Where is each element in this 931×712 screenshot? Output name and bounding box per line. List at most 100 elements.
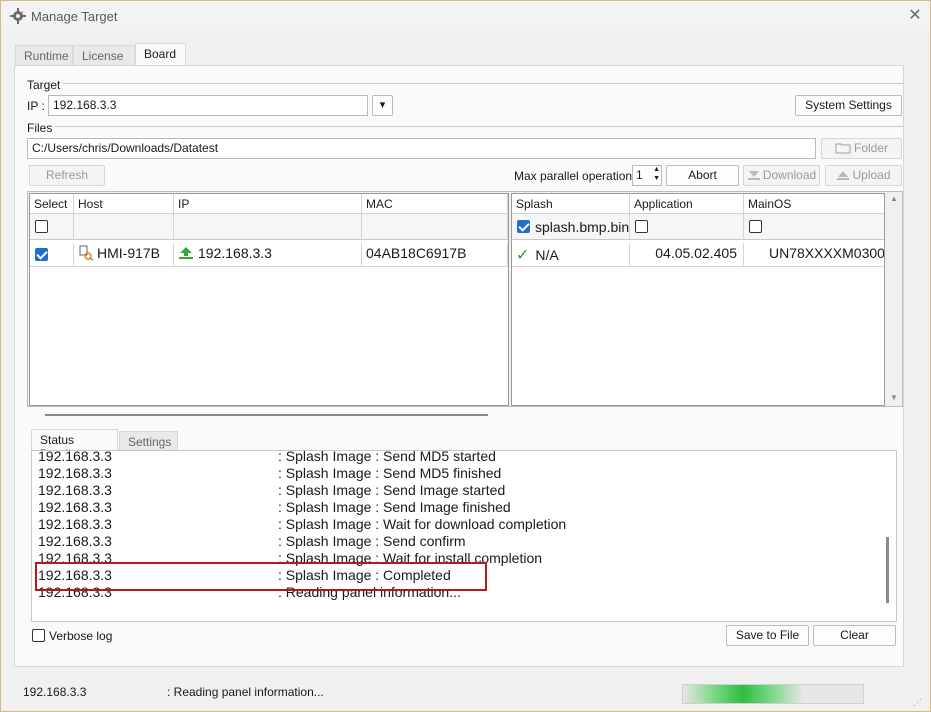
tab-license[interactable]: License <box>73 45 135 65</box>
hmi-device-icon <box>79 245 94 261</box>
targets-left-grid: Select Host IP MAC HMI-917B 192.168.3.3 … <box>29 193 509 406</box>
max-parallel-label: Max parallel operations: <box>514 169 642 183</box>
completed-highlight-box <box>35 562 487 591</box>
statusbar-ip: 192.168.3.3 <box>23 685 87 699</box>
refresh-button[interactable]: Refresh <box>29 165 105 186</box>
save-to-file-button[interactable]: Save to File <box>726 625 809 646</box>
row-splash-text: N/A <box>535 247 559 263</box>
row-mainos-text: UN78XXXXM03001 <box>769 245 885 261</box>
row-select-checkbox[interactable] <box>35 248 48 261</box>
column-header-mac[interactable]: MAC <box>362 194 508 214</box>
progress-bar <box>682 684 864 704</box>
filter-select-cell <box>30 214 74 240</box>
grid-horizontal-scrollbar[interactable] <box>45 414 488 416</box>
network-up-icon <box>179 247 193 259</box>
application-enable-checkbox[interactable] <box>635 220 648 233</box>
upload-button[interactable]: Upload <box>825 165 902 186</box>
log-ip: 192.168.3.3 <box>38 533 112 549</box>
log-ip: 192.168.3.3 <box>38 516 112 532</box>
scroll-up-icon[interactable]: ▲ <box>890 194 898 203</box>
table-row-select-cell <box>30 243 74 267</box>
filter-splash-cell: splash.bmp.bin <box>512 214 630 240</box>
log-scrollbar-thumb[interactable] <box>886 537 889 603</box>
statusbar-message: : Reading panel information... <box>167 685 324 699</box>
upload-button-label: Upload <box>852 168 891 182</box>
folder-button-label: Folder <box>853 141 888 155</box>
ip-dropdown-button[interactable]: ▾ <box>372 95 393 116</box>
chevron-down-icon: ▾ <box>379 99 386 111</box>
log-message: : Splash Image : Send Image finished <box>278 499 511 515</box>
spin-down-icon[interactable]: ▼ <box>653 175 660 183</box>
tab-settings[interactable]: Settings <box>119 431 178 450</box>
filter-host-cell[interactable] <box>74 214 174 240</box>
column-header-select[interactable]: Select <box>30 194 74 214</box>
column-header-ip[interactable]: IP <box>174 194 362 214</box>
row-host-text: HMI-917B <box>97 245 161 261</box>
target-divider <box>63 83 903 84</box>
tab-runtime[interactable]: Runtime <box>15 45 73 65</box>
log-message: : Splash Image : Wait for download compl… <box>278 516 567 532</box>
download-button[interactable]: Download <box>743 165 820 186</box>
grid-vertical-scrollbar[interactable]: ▲ ▼ <box>887 193 901 406</box>
table-row-mac-cell[interactable]: 04AB18C6917B <box>362 243 508 267</box>
manage-target-window: Manage Target ✕ Runtime License Board Ta… <box>0 0 931 712</box>
upload-icon <box>837 171 850 180</box>
clear-button[interactable]: Clear <box>813 625 896 646</box>
filter-mac-cell[interactable] <box>362 214 508 240</box>
log-message: : Splash Image : Send MD5 started <box>278 450 496 464</box>
check-icon: ✓ <box>516 247 530 264</box>
scroll-down-icon[interactable]: ▼ <box>890 393 898 402</box>
window-title: Manage Target <box>31 9 118 24</box>
gear-app-icon <box>10 8 26 24</box>
log-ip: 192.168.3.3 <box>38 499 112 515</box>
folder-button[interactable]: Folder <box>821 138 902 159</box>
table-row-ip-cell[interactable]: 192.168.3.3 <box>174 243 362 267</box>
row-mac-text: 04AB18C6917B <box>366 245 467 261</box>
select-all-checkbox[interactable] <box>35 220 48 233</box>
ip-input[interactable]: 192.168.3.3 <box>48 95 368 116</box>
tab-board[interactable]: Board <box>135 43 186 66</box>
tab-license-label: License <box>82 49 124 63</box>
resize-grip-icon[interactable]: ⋰ <box>913 697 922 708</box>
filter-mainos-cell <box>744 214 884 240</box>
files-divider <box>55 126 903 127</box>
close-icon[interactable]: ✕ <box>904 5 926 27</box>
table-row-mainos-cell[interactable]: UN78XXXXM03001 <box>744 243 885 267</box>
files-section-label: Files <box>27 121 53 135</box>
tab-runtime-label: Runtime <box>24 49 69 63</box>
download-button-label: Download <box>762 168 817 182</box>
status-log-panel[interactable]: 192.168.3.3 : Splash Image : Send MD5 sta… <box>31 450 897 622</box>
mainos-enable-checkbox[interactable] <box>749 220 762 233</box>
column-header-host[interactable]: Host <box>74 194 174 214</box>
column-header-splash[interactable]: Splash <box>512 194 630 214</box>
column-header-mainos[interactable]: MainOS <box>744 194 884 214</box>
folder-icon <box>835 143 851 154</box>
system-settings-button[interactable]: System Settings <box>795 95 902 116</box>
title-bar: Manage Target ✕ <box>1 1 930 31</box>
abort-button[interactable]: Abort <box>666 165 739 186</box>
log-ip: 192.168.3.3 <box>38 450 112 464</box>
download-icon <box>747 171 760 180</box>
log-lines-container: 192.168.3.3 : Splash Image : Send MD5 sta… <box>32 450 896 621</box>
row-application-text: 04.05.02.405 <box>655 245 737 261</box>
filter-ip-cell[interactable] <box>174 214 362 240</box>
targets-right-grid: Splash Application MainOS splash.bmp.bin… <box>511 193 885 406</box>
max-parallel-spinbox[interactable]: 1 ▲ ▼ <box>632 165 662 186</box>
table-row-host-cell[interactable]: HMI-917B <box>74 243 174 267</box>
log-message: : Splash Image : Send confirm <box>278 533 466 549</box>
max-parallel-value: 1 <box>636 168 643 182</box>
log-message: : Splash Image : Send Image started <box>278 482 506 498</box>
table-row-splash-cell[interactable]: ✓ N/A <box>512 243 630 267</box>
verbose-log-checkbox[interactable] <box>32 629 45 642</box>
files-path-input[interactable]: C:/Users/chris/Downloads/Datatest <box>27 138 816 159</box>
tab-status-details[interactable]: Status Details <box>31 429 118 461</box>
progress-bar-pulse <box>683 685 803 703</box>
log-ip: 192.168.3.3 <box>38 482 112 498</box>
log-message: : Splash Image : Send MD5 finished <box>278 465 502 481</box>
splash-enable-checkbox[interactable] <box>517 220 530 233</box>
spin-up-icon[interactable]: ▲ <box>653 166 660 174</box>
splash-file-name[interactable]: splash.bmp.bin <box>535 219 629 235</box>
table-row-application-cell[interactable]: 04.05.02.405 <box>630 243 744 267</box>
ip-label: IP : <box>27 99 45 113</box>
column-header-application[interactable]: Application <box>630 194 744 214</box>
